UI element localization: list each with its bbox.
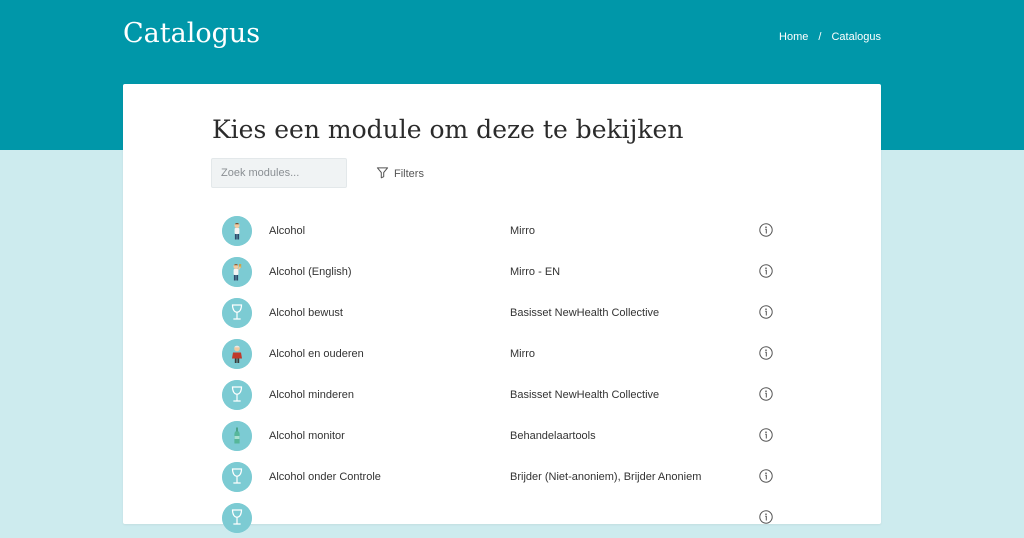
module-provider: Brijder (Niet-anoniem), Brijder Anoniem	[510, 471, 702, 483]
module-row[interactable]	[211, 497, 791, 538]
module-row[interactable]: Alcohol en ouderen Mirro	[211, 333, 791, 374]
module-row[interactable]: Alcohol onder Controle Brijder (Niet-anon…	[211, 456, 791, 497]
module-row[interactable]: Alcohol (English) Mirro - EN	[211, 251, 791, 292]
module-row[interactable]: Alcohol bewust Basisset NewHealth Collect…	[211, 292, 791, 333]
breadcrumb: Home / Catalogus	[779, 31, 881, 43]
module-name: Alcohol (English)	[269, 266, 352, 278]
bottle-icon	[222, 421, 252, 451]
person-icon	[222, 216, 252, 246]
info-icon[interactable]	[759, 428, 773, 442]
search-input[interactable]	[211, 158, 347, 188]
module-name: Alcohol monitor	[269, 430, 345, 442]
module-row[interactable]: Alcohol monitor Behandelaartools	[211, 415, 791, 456]
breadcrumb-separator: /	[818, 31, 822, 43]
person-drinking-icon	[222, 257, 252, 287]
filters-button[interactable]: Filters	[376, 166, 424, 182]
module-provider: Mirro	[510, 348, 536, 360]
module-list: Alcohol Mirro Alcohol (English) Mirro - EN A…	[211, 210, 791, 538]
info-icon[interactable]	[759, 387, 773, 401]
module-provider: Basisset NewHealth Collective	[510, 307, 660, 319]
info-icon[interactable]	[759, 469, 773, 483]
module-name: Alcohol en ouderen	[269, 348, 364, 360]
module-name: Alcohol bewust	[269, 307, 343, 319]
filters-label: Filters	[394, 168, 424, 180]
module-name: Alcohol onder Controle	[269, 471, 381, 483]
module-row[interactable]: Alcohol minderen Basisset NewHealth Colle…	[211, 374, 791, 415]
module-row[interactable]: Alcohol Mirro	[211, 210, 791, 251]
module-provider: Basisset NewHealth Collective	[510, 389, 660, 401]
module-name: Alcohol	[269, 225, 306, 237]
module-provider: Mirro - EN	[510, 266, 561, 278]
breadcrumb-home-link[interactable]: Home	[779, 31, 808, 43]
filter-icon	[376, 166, 389, 182]
module-name: Alcohol minderen	[269, 389, 354, 401]
module-provider: Behandelaartools	[510, 430, 596, 442]
wine-glass-icon	[222, 298, 252, 328]
breadcrumb-current-link[interactable]: Catalogus	[831, 31, 881, 43]
info-icon[interactable]	[759, 223, 773, 237]
catalog-card: Kies een module om deze te bekijken Filt…	[123, 84, 881, 533]
info-icon[interactable]	[759, 305, 773, 319]
card-heading: Kies een module om deze te bekijken	[212, 115, 684, 144]
info-icon[interactable]	[759, 510, 773, 524]
info-icon[interactable]	[759, 346, 773, 360]
module-provider: Mirro	[510, 225, 536, 237]
page-title: Catalogus	[123, 18, 261, 49]
wine-glass-icon	[222, 503, 252, 533]
wine-glass-icon	[222, 380, 252, 410]
wine-glass-icon	[222, 462, 252, 492]
info-icon[interactable]	[759, 264, 773, 278]
elderly-person-icon	[222, 339, 252, 369]
